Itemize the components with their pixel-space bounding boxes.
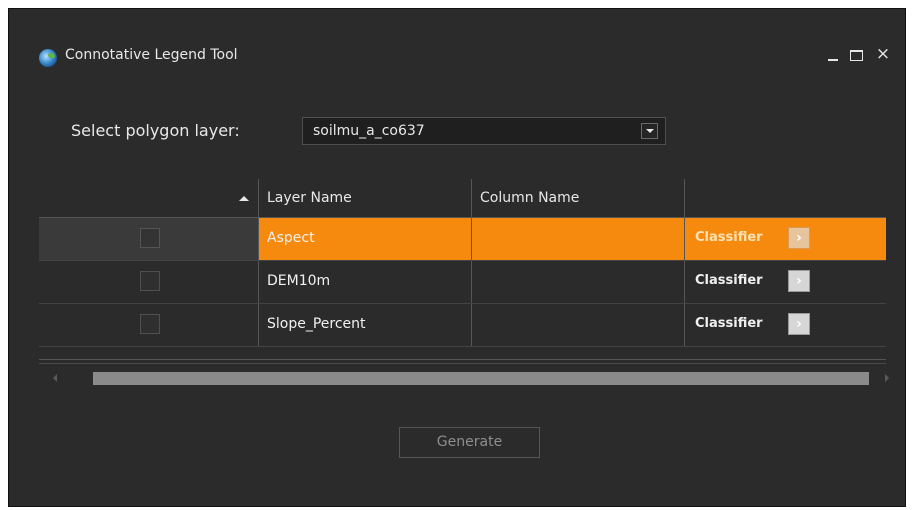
sort-ascending-icon[interactable] [239, 196, 249, 201]
close-button[interactable]: × [872, 43, 894, 65]
classifier-cell: Classifier › [685, 218, 886, 260]
row-checkbox[interactable] [140, 228, 160, 248]
column-name-cell[interactable] [472, 304, 685, 346]
minimize-button[interactable] [822, 43, 844, 65]
classifier-open-button[interactable]: › [788, 313, 810, 335]
classifier-open-button[interactable]: › [788, 270, 810, 292]
globe-search-icon [39, 49, 57, 67]
row-checkbox[interactable] [140, 314, 160, 334]
classifier-cell: Classifier › [685, 261, 886, 303]
column-name-header[interactable]: Column Name [472, 179, 685, 217]
checkbox-column-header[interactable] [39, 179, 259, 217]
classifier-open-button[interactable]: › [788, 227, 810, 249]
select-polygon-layer-label: Select polygon layer: [71, 121, 240, 140]
title-bar: Connotative Legend Tool × [9, 9, 905, 95]
table-row[interactable]: DEM10m Classifier › [39, 261, 886, 304]
classifier-label: Classifier [695, 316, 763, 331]
row-checkbox-cell [39, 218, 259, 260]
layer-name-cell[interactable]: DEM10m [259, 261, 472, 303]
classifier-label: Classifier [695, 273, 763, 288]
scroll-right-icon[interactable] [885, 374, 889, 382]
polygon-layer-dropdown[interactable]: soilmu_a_co637 [302, 117, 666, 145]
maximize-icon [850, 50, 863, 61]
window-title: Connotative Legend Tool [65, 47, 238, 63]
column-name-cell[interactable] [472, 218, 685, 260]
chevron-down-icon[interactable] [641, 123, 658, 139]
column-name-cell[interactable] [472, 261, 685, 303]
layer-name-header[interactable]: Layer Name [259, 179, 472, 217]
minimize-icon [828, 59, 838, 61]
classifier-label: Classifier [695, 230, 763, 245]
table-row[interactable]: Slope_Percent Classifier › [39, 304, 886, 347]
scroll-left-icon[interactable] [53, 374, 57, 382]
maximize-button[interactable] [845, 43, 867, 65]
row-checkbox[interactable] [140, 271, 160, 291]
layer-name-cell[interactable]: Slope_Percent [259, 304, 472, 346]
connotative-legend-window: Connotative Legend Tool × Select polygon… [8, 8, 906, 507]
classifier-cell: Classifier › [685, 304, 886, 346]
action-column-header [685, 179, 886, 217]
table-row[interactable]: Aspect Classifier › [39, 218, 886, 261]
layer-name-cell[interactable]: Aspect [259, 218, 472, 260]
polygon-layer-value: soilmu_a_co637 [313, 123, 425, 139]
horizontal-scrollbar[interactable] [39, 359, 889, 396]
row-checkbox-cell [39, 261, 259, 303]
row-checkbox-cell [39, 304, 259, 346]
scroll-thumb[interactable] [93, 372, 869, 385]
generate-button[interactable]: Generate [399, 427, 540, 458]
table-header: Layer Name Column Name [39, 179, 886, 218]
